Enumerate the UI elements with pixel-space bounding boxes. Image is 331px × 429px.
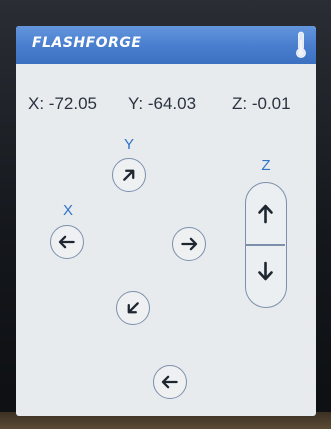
y-axis-label: Y — [123, 136, 134, 153]
lcd-screen: FLASHFORGE X: -72.05 Y: -64.03 Z: -0.01 … — [16, 26, 316, 416]
x-position: X: -72.05 — [28, 94, 97, 113]
move-y-plus-button[interactable] — [112, 158, 146, 192]
z-axis-label: Z — [261, 157, 271, 174]
header-bar: FLASHFORGE — [16, 26, 316, 64]
position-readout: X: -72.05 Y: -64.03 Z: -0.01 — [16, 90, 316, 120]
thermometer-icon[interactable] — [294, 30, 308, 60]
z-axis-control — [245, 182, 287, 308]
move-y-minus-button[interactable] — [116, 291, 150, 325]
back-button[interactable] — [153, 365, 187, 399]
z-position: Z: -0.01 — [232, 94, 291, 113]
back-arrow-icon — [161, 375, 178, 389]
move-z-down-button[interactable] — [246, 245, 285, 305]
arrow-left-icon — [58, 235, 75, 249]
move-z-up-button[interactable] — [246, 184, 285, 244]
brand-logo: FLASHFORGE — [32, 35, 142, 51]
arrow-up-icon — [258, 204, 273, 224]
y-position: Y: -64.03 — [128, 94, 197, 113]
move-x-minus-button[interactable] — [50, 225, 84, 259]
arrow-up-right-icon — [123, 169, 135, 181]
arrow-down-icon — [258, 261, 273, 281]
arrow-right-icon — [181, 237, 198, 251]
move-x-plus-button[interactable] — [172, 227, 206, 261]
x-axis-label: X — [62, 202, 73, 219]
arrow-down-left-icon — [127, 302, 139, 314]
